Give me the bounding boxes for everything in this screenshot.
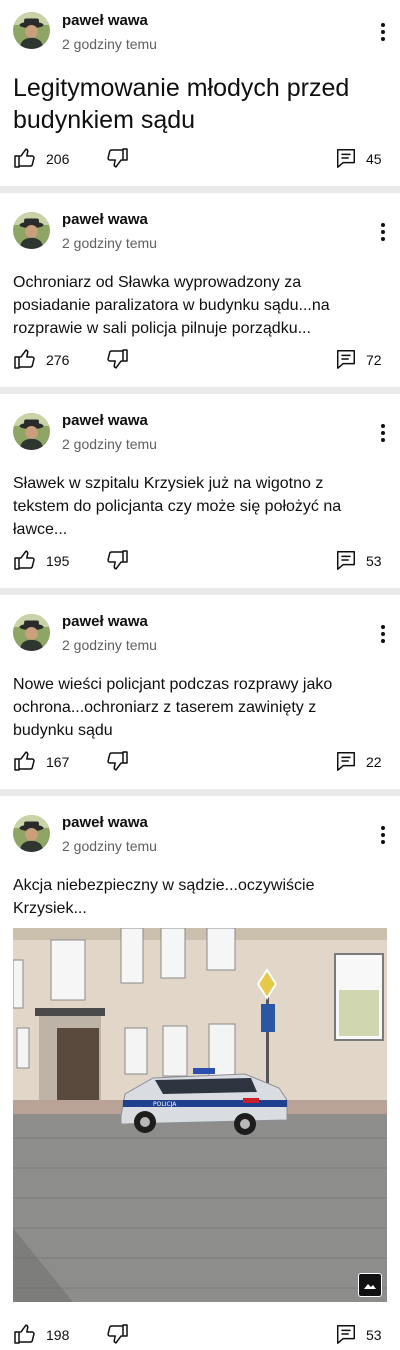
thumb-up-icon[interactable]	[13, 548, 37, 572]
post-divider	[0, 387, 400, 394]
comment-count: 22	[366, 754, 382, 770]
author-name[interactable]: paweł wawa	[62, 211, 148, 228]
action-bar: 167 22	[0, 749, 400, 775]
post-card: paweł wawa 2 godziny temu Legitymowanie …	[0, 0, 400, 185]
author-name[interactable]: paweł wawa	[62, 412, 148, 429]
author-name[interactable]: paweł wawa	[62, 814, 148, 831]
thumb-up-icon[interactable]	[13, 146, 37, 170]
comment-count: 53	[366, 1327, 382, 1343]
post-time: 2 godziny temu	[62, 838, 157, 854]
more-vert-icon[interactable]	[376, 20, 390, 44]
post-card: paweł wawa 2 godziny temu Nowe wieści po…	[0, 595, 400, 789]
action-bar: 198 53	[0, 1322, 400, 1348]
more-vert-icon[interactable]	[376, 421, 390, 445]
author-name[interactable]: paweł wawa	[62, 613, 148, 630]
comment-count: 53	[366, 553, 382, 569]
thumb-down-icon[interactable]	[105, 548, 129, 572]
police-label: POLICJA	[153, 1101, 177, 1108]
post-divider	[0, 588, 400, 595]
action-bar: 195 53	[0, 548, 400, 574]
post-text: Ochroniarz od Sławka wyprowadzony za pos…	[13, 274, 330, 337]
avatar[interactable]	[13, 614, 50, 651]
image-icon[interactable]	[358, 1273, 382, 1297]
post-text: Nowe wieści policjant podczas rozprawy j…	[13, 676, 333, 739]
action-bar: 276 72	[0, 347, 400, 373]
police-car-photo: POLICJA	[13, 928, 387, 1302]
comment-icon[interactable]	[335, 750, 357, 772]
post-card: paweł wawa 2 godziny temu Ochroniarz od …	[0, 193, 400, 387]
post-time: 2 godziny temu	[62, 235, 157, 251]
post-divider	[0, 789, 400, 796]
post-divider	[0, 186, 400, 193]
post-time: 2 godziny temu	[62, 637, 157, 653]
more-vert-icon[interactable]	[376, 622, 390, 646]
author-name[interactable]: paweł wawa	[62, 12, 148, 29]
thumb-up-icon[interactable]	[13, 749, 37, 773]
like-count: 195	[46, 553, 70, 569]
post-time: 2 godziny temu	[62, 436, 157, 452]
action-bar: 206 45	[0, 146, 400, 172]
more-vert-icon[interactable]	[376, 823, 390, 847]
post-image[interactable]: POLICJA	[13, 928, 387, 1302]
comment-count: 45	[366, 151, 382, 167]
comment-icon[interactable]	[335, 147, 357, 169]
thumb-down-icon[interactable]	[105, 146, 129, 170]
avatar[interactable]	[13, 413, 50, 450]
post-card: paweł wawa 2 godziny temu Sławek w szpit…	[0, 394, 400, 588]
like-count: 206	[46, 151, 70, 167]
post-text: Akcja niebezpieczny w sądzie...oczywiści…	[13, 877, 315, 917]
post-text: Legitymowanie młodych przed budynkiem są…	[13, 74, 350, 134]
avatar[interactable]	[13, 12, 50, 49]
thumb-down-icon[interactable]	[105, 347, 129, 371]
more-vert-icon[interactable]	[376, 220, 390, 244]
like-count: 276	[46, 352, 70, 368]
avatar[interactable]	[13, 212, 50, 249]
thumb-down-icon[interactable]	[105, 749, 129, 773]
comment-icon[interactable]	[335, 348, 357, 370]
post-text: Sławek w szpitalu Krzysiek już na wigotn…	[13, 475, 342, 538]
like-count: 167	[46, 754, 70, 770]
like-count: 198	[46, 1327, 70, 1343]
comment-icon[interactable]	[335, 1323, 357, 1345]
thumb-down-icon[interactable]	[105, 1322, 129, 1346]
thumb-up-icon[interactable]	[13, 347, 37, 371]
thumb-up-icon[interactable]	[13, 1322, 37, 1346]
post-time: 2 godziny temu	[62, 36, 157, 52]
comment-icon[interactable]	[335, 549, 357, 571]
comment-count: 72	[366, 352, 382, 368]
avatar[interactable]	[13, 815, 50, 852]
